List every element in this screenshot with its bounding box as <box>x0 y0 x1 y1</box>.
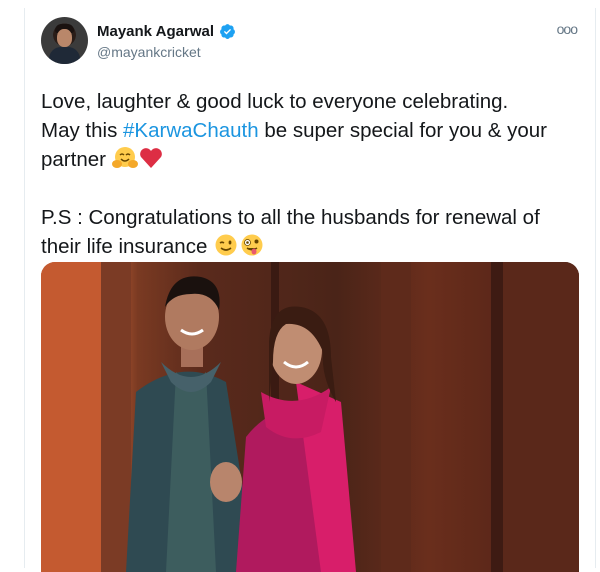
hashtag-link[interactable]: #KarwaChauth <box>123 119 259 142</box>
tweet-card: Mayank Agarwal @mayankcricket ooo Love, … <box>24 8 596 572</box>
author-row: Mayank Agarwal <box>97 23 236 40</box>
more-options-icon[interactable]: ooo <box>557 21 578 37</box>
tweet-line: May this #KarwaChauth be super special f… <box>41 119 547 142</box>
tweet-photo[interactable] <box>41 262 579 572</box>
avatar[interactable] <box>41 17 88 64</box>
winking-face-icon <box>215 234 237 256</box>
tweet-text: Love, laughter & good luck to everyone c… <box>41 87 586 261</box>
tweet-line: partner <box>41 145 586 174</box>
tweet-line: P.S : Congratulations to all the husband… <box>41 206 540 229</box>
author-handle[interactable]: @mayankcricket <box>97 44 201 60</box>
verified-badge-icon <box>220 24 235 39</box>
zany-face-icon <box>241 234 263 256</box>
author-display-name[interactable]: Mayank Agarwal <box>97 23 214 40</box>
tweet-line: Love, laughter & good luck to everyone c… <box>41 90 509 113</box>
photo-illustration <box>41 262 579 572</box>
hugging-face-icon <box>111 147 138 168</box>
red-heart-icon <box>139 148 162 168</box>
tweet-line: their life insurance <box>41 232 586 261</box>
